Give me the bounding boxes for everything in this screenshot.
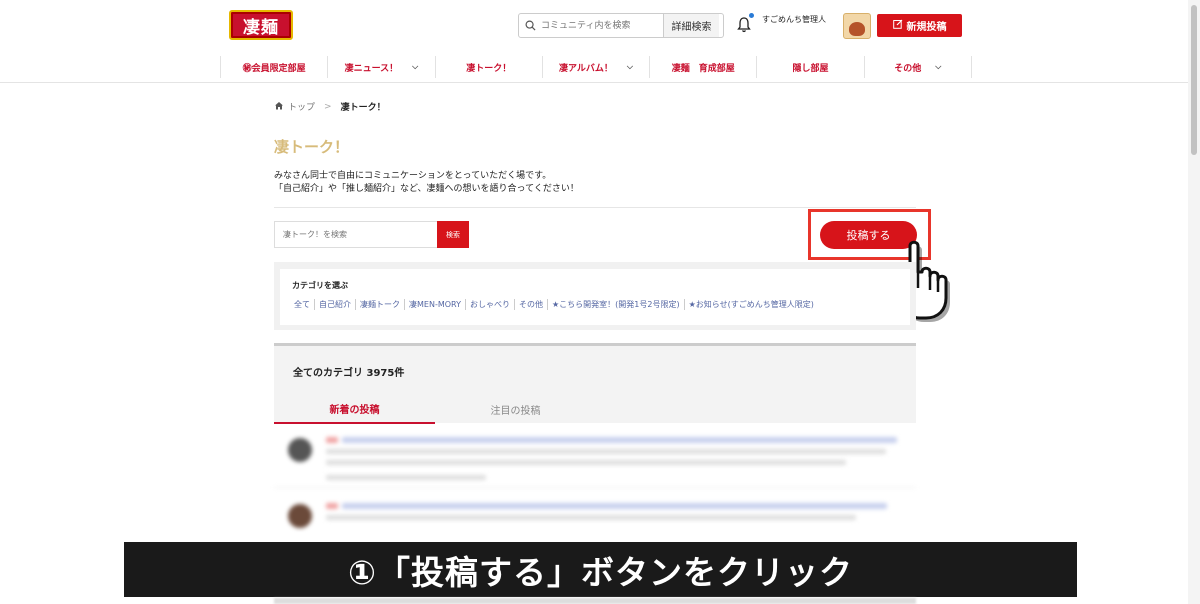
breadcrumb-home[interactable]: トップ — [288, 100, 315, 113]
nav-label: 凄アルバム！ — [558, 63, 613, 74]
category-panel: カテゴリを選ぶ 全て 自己紹介 凄麺トーク 凄MEN-MORY おしゃべり その… — [274, 262, 916, 330]
new-post-label: 新規投稿 — [906, 22, 947, 33]
site-search-input[interactable] — [541, 14, 663, 37]
listing-count: 全てのカテゴリ 3975件 — [293, 368, 405, 379]
nav-label: 隠し部屋 — [792, 63, 829, 74]
main-nav: ㊙会員限定部屋 凄ニュース！ ⌵ 凄トーク！ 凄アルバム！ ⌵ 凄麺 育成部屋 隠し… — [220, 56, 972, 78]
chevron-down-icon: ⌵ — [412, 62, 419, 71]
search-icon — [519, 14, 541, 37]
breadcrumb-separator: > — [324, 101, 332, 112]
board-search-input[interactable] — [274, 221, 437, 248]
category-link[interactable]: 凄MEN-MORY — [404, 299, 465, 310]
tab-new-posts[interactable]: 新着の投稿 — [274, 394, 435, 424]
chevron-down-icon: ⌵ — [935, 62, 942, 71]
instruction-caption: ①「投稿する」ボタンをクリック — [124, 542, 1077, 597]
nav-label: ㊙会員限定部屋 — [242, 63, 306, 74]
new-post-button[interactable]: 新規投稿 — [877, 14, 962, 37]
divider — [274, 207, 916, 208]
nav-label: 凄ニュース！ — [344, 63, 399, 74]
site-logo[interactable]: 凄麺 — [229, 10, 293, 40]
nav-item-news[interactable]: 凄ニュース！ ⌵ — [327, 56, 434, 78]
nav-item-album[interactable]: 凄アルバム！ ⌵ — [541, 56, 649, 78]
bell-icon[interactable] — [737, 17, 751, 33]
page-title: 凄トーク！ — [274, 138, 350, 156]
home-icon — [274, 101, 284, 113]
nav-item-talk[interactable]: 凄トーク！ — [434, 56, 542, 78]
category-link[interactable]: その他 — [513, 299, 547, 310]
category-link[interactable]: 全て — [292, 299, 314, 310]
breadcrumb-current: 凄トーク！ — [340, 103, 386, 113]
nav-label: 凄麺 育成部屋 — [671, 63, 735, 74]
nav-label: その他 — [894, 63, 922, 74]
board-search-button[interactable]: 検索 — [437, 221, 469, 248]
page-description: みなさん同士で自由にコミュニケーションをとっていただく場です。 「自己紹介」や「… — [274, 170, 579, 196]
nav-item-other[interactable]: その他 ⌵ — [863, 56, 972, 78]
nav-divider — [0, 82, 1188, 83]
list-item — [274, 598, 916, 604]
breadcrumb: トップ > 凄トーク！ — [274, 100, 386, 113]
category-list: 全て 自己紹介 凄麺トーク 凄MEN-MORY おしゃべり その他 ★こちら開発… — [292, 299, 818, 310]
category-link[interactable]: おしゃべり — [464, 299, 514, 310]
scrollbar[interactable] — [1188, 0, 1200, 604]
edit-icon — [892, 19, 903, 32]
category-link[interactable]: 自己紹介 — [314, 299, 355, 310]
post-list — [274, 428, 916, 554]
scrollbar-thumb[interactable] — [1191, 5, 1197, 155]
category-link[interactable]: ★こちら開発室！(開発1号2号限定) — [546, 299, 684, 310]
category-link[interactable]: ★お知らせ(すごめんち管理人限定) — [683, 299, 818, 310]
nav-label: 凄トーク！ — [466, 63, 512, 74]
listing-tabs: 新着の投稿 注目の投稿 — [274, 394, 916, 424]
admin-name[interactable]: すごめんち管理人 — [762, 14, 826, 25]
avatar[interactable] — [843, 13, 871, 39]
site-search: 詳細検索 — [518, 13, 724, 38]
nav-item-training[interactable]: 凄麺 育成部屋 — [649, 56, 756, 78]
chevron-down-icon: ⌵ — [626, 62, 633, 71]
board-search: 検索 — [274, 221, 469, 248]
site-header: 凄麺 詳細検索 すごめんち管理人 新規投稿 — [0, 0, 1200, 50]
description-line: 「自己紹介」や「推し麺紹介」など、凄麺への想いを語り合ってください！ — [274, 184, 579, 194]
description-line: みなさん同士で自由にコミュニケーションをとっていただく場です。 — [274, 171, 552, 181]
listing-panel: 全てのカテゴリ 3975件 新着の投稿 注目の投稿 — [274, 343, 916, 424]
nav-item-hidden[interactable]: 隠し部屋 — [756, 56, 863, 78]
category-link[interactable]: 凄麺トーク — [355, 299, 404, 310]
nav-item-members[interactable]: ㊙会員限定部屋 — [220, 56, 327, 78]
notification-dot — [749, 13, 754, 18]
tab-featured-posts[interactable]: 注目の投稿 — [435, 394, 596, 424]
category-heading: カテゴリを選ぶ — [292, 281, 348, 290]
advanced-search-button[interactable]: 詳細検索 — [663, 14, 719, 37]
list-item[interactable] — [274, 428, 916, 488]
